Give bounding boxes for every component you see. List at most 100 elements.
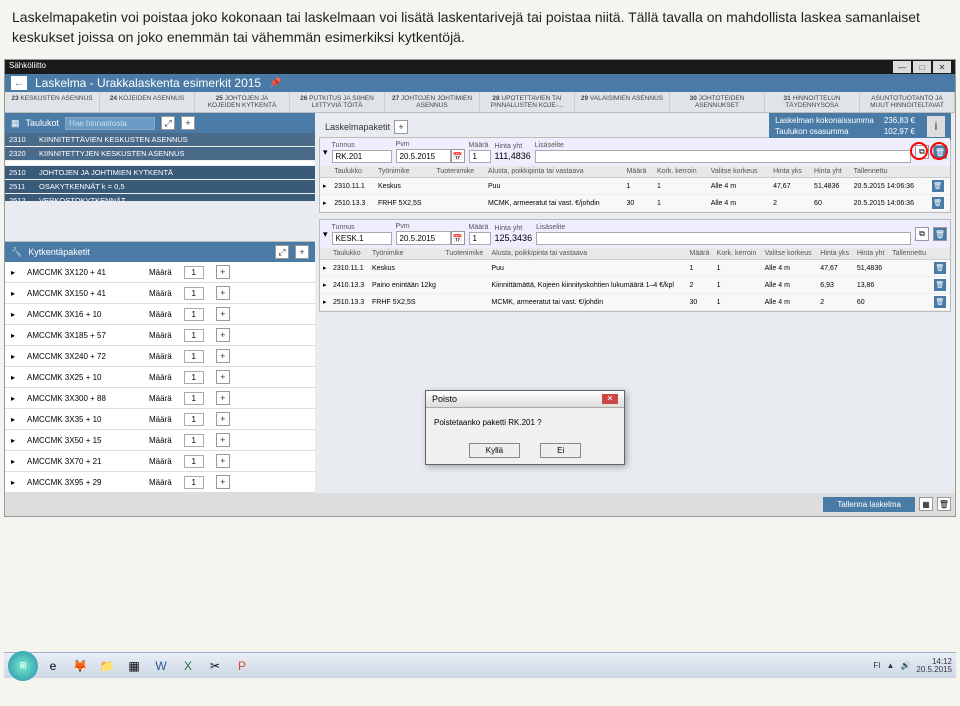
- kyt-add-button[interactable]: +: [295, 245, 309, 259]
- back-button[interactable]: ←: [11, 76, 27, 90]
- kyt-row[interactable]: ▸AMCCMK 3X120 + 41Määrä+: [5, 262, 315, 283]
- row-delete-icon[interactable]: 🗑: [934, 262, 946, 274]
- kyt-add-icon[interactable]: +: [216, 454, 230, 468]
- tab[interactable]: 29 VALAISIMIEN ASENNUS: [575, 92, 670, 112]
- maara-input[interactable]: [469, 150, 491, 163]
- search-input[interactable]: [65, 117, 155, 130]
- kyt-add-icon[interactable]: +: [216, 307, 230, 321]
- delete-package-button[interactable]: 🗑: [933, 227, 947, 241]
- ie-icon[interactable]: e: [41, 656, 65, 676]
- row-delete-icon[interactable]: 🗑: [932, 197, 944, 209]
- dialog-close-button[interactable]: ✕: [602, 394, 618, 404]
- table-row[interactable]: ▸2310.11.1KeskusPuu11Alle 4 m47,6751,483…: [320, 178, 950, 195]
- add-package-button[interactable]: +: [394, 120, 408, 134]
- powerpoint-icon[interactable]: P: [230, 656, 254, 676]
- dialog-yes-button[interactable]: Kyllä: [469, 443, 520, 458]
- tree-item[interactable]: 2511OSAKYTKENNÄT k = 0,5: [5, 180, 315, 194]
- tab[interactable]: 23 KESKUSTEN ASENNUS: [5, 92, 100, 112]
- kyt-add-icon[interactable]: +: [216, 370, 230, 384]
- tab[interactable]: 30 JOHTOTEIDEN ASENNUKSET: [670, 92, 765, 112]
- kyt-row[interactable]: ▸AMCCMK 3X50 + 15Määrä+: [5, 430, 315, 451]
- save-button[interactable]: Tallenna laskelma: [823, 497, 915, 512]
- table-row[interactable]: ▸2510.13.3FRHF 5X2,5SMCMK, armeeratut ta…: [320, 195, 950, 212]
- tree-item[interactable]: 2510JOHTOJEN JA JOHTIMIEN KYTKENTÄ: [5, 166, 315, 180]
- firefox-icon[interactable]: 🦊: [68, 656, 92, 676]
- kyt-row[interactable]: ▸AMCCMK 3X16 + 10Määrä+: [5, 304, 315, 325]
- maara-input-2[interactable]: [469, 232, 491, 245]
- pvm-input[interactable]: [396, 149, 451, 163]
- kyt-qty-input[interactable]: [184, 455, 204, 468]
- footer-icon-1[interactable]: ▦: [919, 497, 933, 511]
- kyt-add-icon[interactable]: +: [216, 475, 230, 489]
- row-delete-icon[interactable]: 🗑: [934, 296, 946, 308]
- kyt-qty-input[interactable]: [184, 287, 204, 300]
- kyt-row[interactable]: ▸AMCCMK 3X300 + 88Määrä+: [5, 388, 315, 409]
- row-delete-icon[interactable]: 🗑: [932, 180, 944, 192]
- kyt-add-icon[interactable]: +: [216, 286, 230, 300]
- taskbar[interactable]: ⊞ e 🦊 📁 ▦ W X ✂ P FI ▲ 🔊 14:12 20.5.2015: [4, 652, 956, 678]
- lisaselite-input[interactable]: [535, 150, 911, 163]
- kyt-qty-input[interactable]: [184, 371, 204, 384]
- lang-indicator[interactable]: FI: [873, 661, 880, 670]
- kyt-qty-input[interactable]: [184, 392, 204, 405]
- copy-package-button[interactable]: ⧉: [915, 227, 929, 241]
- excel-icon[interactable]: X: [176, 656, 200, 676]
- kyt-add-icon[interactable]: +: [216, 349, 230, 363]
- maximize-button[interactable]: □: [913, 61, 931, 73]
- snip-icon[interactable]: ✂: [203, 656, 227, 676]
- table-row[interactable]: ▸2310.11.1KeskusPuu11Alle 4 m47,6751,483…: [320, 260, 950, 277]
- tray-icon[interactable]: ▲: [887, 661, 895, 670]
- kyt-row[interactable]: ▸AMCCMK 3X240 + 72Määrä+: [5, 346, 315, 367]
- expand-button[interactable]: ⤢: [161, 116, 175, 130]
- chevron-down-icon[interactable]: ▾: [323, 229, 328, 240]
- kyt-row[interactable]: ▸AMCCMK 3X35 + 10Määrä+: [5, 409, 315, 430]
- kyt-add-icon[interactable]: +: [216, 328, 230, 342]
- kyt-row[interactable]: ▸AMCCMK 3X185 + 57Määrä+: [5, 325, 315, 346]
- tab[interactable]: 26 PUTKITUS JA SIIHEN LIITTYVIÄ TÖITÄ: [290, 92, 385, 112]
- kyt-qty-input[interactable]: [184, 329, 204, 342]
- calendar-icon[interactable]: 📅: [451, 149, 465, 163]
- footer-delete-icon[interactable]: 🗑: [937, 497, 951, 511]
- tab[interactable]: 28 UPOTETTAVIEN TAI PINNALLISTEN KOJE-..…: [480, 92, 575, 112]
- kyt-qty-input[interactable]: [184, 476, 204, 489]
- dialog-no-button[interactable]: Ei: [540, 443, 581, 458]
- info-button[interactable]: i: [927, 116, 945, 137]
- pin-icon[interactable]: 📌: [269, 78, 281, 89]
- pvm-input-2[interactable]: [396, 231, 451, 245]
- tunnus-input-2[interactable]: [332, 232, 392, 245]
- kyt-qty-input[interactable]: [184, 350, 204, 363]
- start-button[interactable]: ⊞: [8, 651, 38, 681]
- kyt-row[interactable]: ▸AMCCMK 3X70 + 21Määrä+: [5, 451, 315, 472]
- tunnus-input[interactable]: [332, 150, 392, 163]
- kyt-row[interactable]: ▸AMCCMK 3X150 + 41Määrä+: [5, 283, 315, 304]
- lisaselite-input-2[interactable]: [536, 232, 911, 245]
- kyt-add-icon[interactable]: +: [216, 391, 230, 405]
- kyt-row[interactable]: ▸AMCCMK 3X25 + 10Määrä+: [5, 367, 315, 388]
- kyt-row[interactable]: ▸AMCCMK 3X95 + 29Määrä+: [5, 472, 315, 493]
- kyt-qty-input[interactable]: [184, 434, 204, 447]
- kyt-qty-input[interactable]: [184, 308, 204, 321]
- app-icon[interactable]: ▦: [122, 656, 146, 676]
- tree-item[interactable]: 2310KIINNITETTÄVIEN KESKUSTEN ASENNUS: [5, 133, 315, 147]
- tab[interactable]: 27 JOHTOJEN JOHTIMIEN ASENNUS: [385, 92, 480, 112]
- explorer-icon[interactable]: 📁: [95, 656, 119, 676]
- tab[interactable]: 25 JOHTOJEN JA KOJEIDEN KYTKENTÄ: [195, 92, 290, 112]
- tab[interactable]: ASUNTOTUOTANTO JA MUUT HINNOITELTAVAT: [860, 92, 955, 112]
- close-button[interactable]: ✕: [933, 61, 951, 73]
- table-row[interactable]: ▸2510.13.3FRHF 5X2,5SMCMK, armeeratut ta…: [320, 294, 950, 311]
- kyt-add-icon[interactable]: +: [216, 433, 230, 447]
- clock[interactable]: 14:12 20.5.2015: [916, 658, 952, 674]
- tab[interactable]: 31 HINNOITTELUN TÄYDENNYSOSA: [765, 92, 860, 112]
- word-icon[interactable]: W: [149, 656, 173, 676]
- calendar-icon[interactable]: 📅: [451, 231, 465, 245]
- price-tree[interactable]: 2310KIINNITETTÄVIEN KESKUSTEN ASENNUS232…: [5, 133, 315, 201]
- minimize-button[interactable]: —: [893, 61, 911, 73]
- chevron-down-icon[interactable]: ▾: [323, 147, 328, 158]
- network-icon[interactable]: 🔊: [900, 661, 910, 670]
- kyt-qty-input[interactable]: [184, 413, 204, 426]
- tree-item[interactable]: 2320KIINNITETTYJEN KESKUSTEN ASENNUS: [5, 147, 315, 161]
- table-row[interactable]: ▸2410.13.3Paino enintään 12kgKiinnittämä…: [320, 277, 950, 294]
- row-delete-icon[interactable]: 🗑: [934, 279, 946, 291]
- kyt-qty-input[interactable]: [184, 266, 204, 279]
- kyt-add-icon[interactable]: +: [216, 412, 230, 426]
